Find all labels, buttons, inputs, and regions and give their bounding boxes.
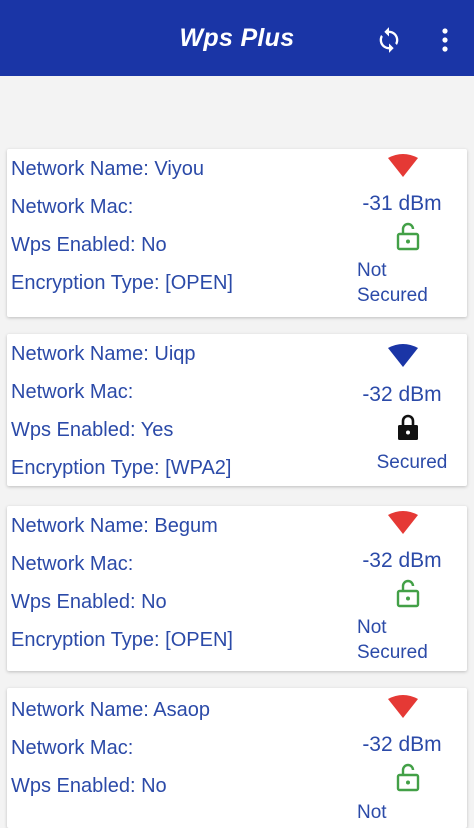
network-mac-line: Network Mac: — [11, 737, 134, 759]
security-status: Not Secured — [357, 260, 428, 306]
wps-enabled-line: Wps Enabled: Yes — [11, 419, 174, 441]
wps-enabled-line: Wps Enabled: No — [11, 591, 167, 613]
refresh-icon — [379, 27, 399, 53]
network-name-line: Network Name: Asaop — [11, 699, 210, 721]
security-status: Not — [357, 802, 387, 823]
network-name-line: Network Name: Begum — [11, 515, 218, 537]
security-status: Secured — [376, 452, 448, 473]
refresh-button[interactable] — [373, 24, 405, 56]
network-list: Network Name: Viyou Network Mac: Wps Ena… — [0, 76, 474, 828]
network-mac-line: Network Mac: — [11, 381, 134, 403]
signal-strength: -31 dBm — [362, 192, 442, 215]
encryption-type-line: Encryption Type: [WPA2] — [11, 457, 232, 479]
wifi-signal-icon — [388, 695, 418, 718]
lock-open-icon — [396, 763, 420, 792]
network-mac-line: Network Mac: — [11, 553, 134, 575]
app-bar: Wps Plus — [0, 0, 474, 76]
signal-strength: -32 dBm — [362, 383, 442, 406]
network-mac-line: Network Mac: — [11, 196, 134, 218]
network-card[interactable]: Network Name: Uiqp Network Mac: Wps Enab… — [7, 334, 467, 486]
signal-strength: -32 dBm — [362, 733, 442, 756]
network-card[interactable]: Network Name: Begum Network Mac: Wps Ena… — [7, 506, 467, 671]
signal-strength: -32 dBm — [362, 549, 442, 572]
wifi-signal-icon — [388, 511, 418, 534]
lock-closed-icon — [398, 414, 418, 440]
network-name-line: Network Name: Viyou — [11, 158, 205, 180]
network-card[interactable]: Network Name: Viyou Network Mac: Wps Ena… — [7, 149, 467, 317]
security-status: Not Secured — [357, 617, 428, 663]
wps-enabled-line: Wps Enabled: No — [11, 234, 167, 256]
overflow-menu-button[interactable] — [430, 24, 460, 56]
wifi-signal-icon — [388, 344, 418, 367]
wps-enabled-line: Wps Enabled: No — [11, 775, 167, 797]
encryption-type-line: Encryption Type: [OPEN] — [11, 629, 233, 651]
lock-open-icon — [396, 222, 420, 251]
network-card[interactable]: Network Name: Asaop Network Mac: Wps Ena… — [7, 688, 467, 828]
encryption-type-line: Encryption Type: [OPEN] — [11, 272, 233, 294]
network-name-line: Network Name: Uiqp — [11, 343, 196, 365]
wifi-signal-icon — [388, 154, 418, 177]
more-vert-icon — [442, 28, 448, 52]
lock-open-icon — [396, 579, 420, 608]
